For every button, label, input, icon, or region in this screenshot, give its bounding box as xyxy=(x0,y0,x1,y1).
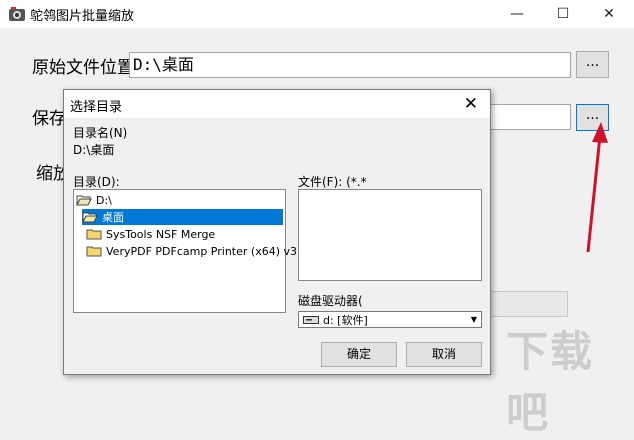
source-browse-button[interactable]: ... xyxy=(576,51,609,78)
maximize-button[interactable]: ☐ xyxy=(540,0,586,28)
drive-select[interactable]: d: [软件] ▼ xyxy=(298,311,482,328)
cancel-button[interactable]: 取消 xyxy=(406,342,482,367)
main-faded-field xyxy=(484,291,568,317)
open-folder-icon xyxy=(76,195,92,206)
tree-item-label: D:\ xyxy=(96,193,112,207)
dialog-close-icon[interactable]: ✕ xyxy=(464,94,478,114)
tree-item-d-root[interactable]: D:\ xyxy=(76,192,283,208)
chevron-down-icon: ▼ xyxy=(470,315,477,324)
directory-tree[interactable]: D:\ 桌面 SysTools NSF Merge VeryPDF PDFcam… xyxy=(73,189,308,313)
save-path-field[interactable] xyxy=(480,104,571,130)
minimize-icon: — xyxy=(510,6,524,22)
save-label: 保存 xyxy=(32,109,66,129)
tree-item-label: VeryPDF PDFcamp Printer (x64) v3.0 xyxy=(106,244,308,258)
drive-select-value: d: [软件] xyxy=(323,313,368,327)
dialog-titlebar xyxy=(64,90,490,118)
window-title: 鸵鸰图片批量缩放 xyxy=(30,9,135,24)
dirname-label: 目录名(N) xyxy=(73,126,128,140)
ok-button[interactable]: 确定 xyxy=(321,342,397,367)
tree-item-verypdf[interactable]: VeryPDF PDFcamp Printer (x64) v3.0 xyxy=(86,243,308,259)
tree-item-desktop[interactable]: 桌面 xyxy=(82,209,283,225)
tree-item-systools[interactable]: SysTools NSF Merge xyxy=(86,226,283,242)
folder-icon xyxy=(86,246,102,257)
drive-label: 磁盘驱动器( xyxy=(298,294,363,308)
tree-item-label: SysTools NSF Merge xyxy=(106,227,216,241)
source-path-field[interactable]: D:\桌面 xyxy=(129,52,571,78)
select-directory-dialog: 选择目录 ✕ 目录名(N) D:\桌面 目录(D): D:\ 桌面 SysToo… xyxy=(63,89,491,375)
watermark: 下载吧 xyxy=(506,327,595,437)
red-arrow-annotation xyxy=(586,122,608,253)
open-folder-icon xyxy=(82,212,98,223)
close-button[interactable]: ✕ xyxy=(586,0,632,28)
directory-label: 目录(D): xyxy=(73,175,120,189)
source-label: 原始文件位置 xyxy=(32,58,134,78)
folder-icon xyxy=(86,229,102,240)
maximize-icon: ☐ xyxy=(556,6,570,22)
file-label: 文件(F): (*.* xyxy=(298,175,367,189)
file-list[interactable] xyxy=(298,189,482,281)
app-icon xyxy=(9,7,25,21)
tree-item-label: 桌面 xyxy=(102,211,124,224)
drive-icon xyxy=(303,315,319,324)
close-icon: ✕ xyxy=(603,6,615,22)
dialog-title: 选择目录 xyxy=(70,100,123,115)
minimize-button[interactable]: — xyxy=(494,0,540,28)
dirname-value: D:\桌面 xyxy=(73,143,115,157)
